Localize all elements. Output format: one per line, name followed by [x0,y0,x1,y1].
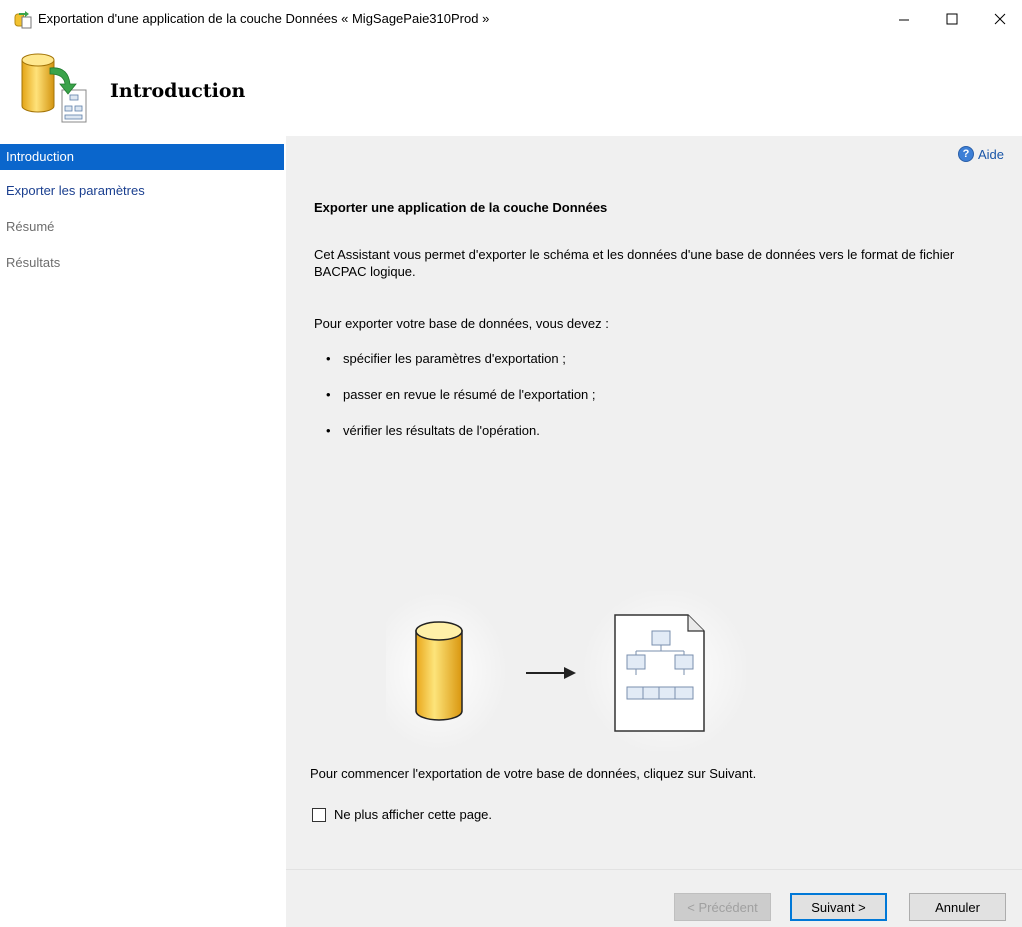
header-banner: Introduction [0,38,1022,136]
wizard-steps-nav: Introduction Exporter les paramètres Rés… [0,136,286,927]
database-icon [415,621,463,721]
window-title: Exportation d'une application de la couc… [38,11,490,26]
cancel-button[interactable]: Annuler [909,893,1006,921]
list-item: passer en revue le résumé de l'exportati… [326,386,596,422]
page-title: Introduction [110,80,246,102]
content-panel: ? Aide Exporter une application de la co… [286,136,1022,869]
nav-item-summary: Résumé [6,219,55,234]
wizard-window: Exportation d'une application de la couc… [0,0,1022,927]
description-text: Cet Assistant vous permet d'exporter le … [314,247,955,279]
close-icon [994,13,1006,25]
dont-show-again-label: Ne plus afficher cette page. [334,807,493,822]
nav-item-results: Résultats [6,255,61,270]
nav-item-introduction[interactable]: Introduction [0,144,284,170]
export-illustration [386,591,746,751]
maximize-button[interactable] [928,0,976,38]
title-bar: Exportation d'une application de la couc… [0,0,1022,38]
section-heading: Exporter une application de la couche Do… [314,200,608,215]
next-button[interactable]: Suivant > [790,893,887,921]
dont-show-again-option[interactable]: Ne plus afficher cette page. [312,807,492,822]
close-button[interactable] [976,0,1022,38]
help-icon: ? [957,146,974,162]
maximize-icon [946,13,958,25]
export-app-icon [14,11,32,29]
button-bar: < Précédent Suivant > Annuler [286,869,1022,927]
bacpac-file-icon [614,614,705,732]
nav-item-export-settings[interactable]: Exporter les paramètres [0,178,284,204]
list-item: spécifier les paramètres d'exportation ; [326,350,596,386]
instruction-text: Pour exporter votre base de données, vou… [314,316,609,331]
previous-button[interactable]: < Précédent [674,893,771,921]
database-export-icon [21,53,87,123]
minimize-icon [899,19,909,21]
list-item: vérifier les résultats de l'opération. [326,422,596,458]
steps-list: spécifier les paramètres d'exportation ;… [326,350,596,458]
help-link[interactable]: ? Aide [957,146,1004,162]
help-label: Aide [977,146,1004,162]
minimize-button[interactable] [880,0,928,38]
dont-show-again-checkbox[interactable] [312,807,326,822]
arrow-right-icon [526,667,576,679]
start-instruction: Pour commencer l'exportation de votre ba… [310,766,757,781]
